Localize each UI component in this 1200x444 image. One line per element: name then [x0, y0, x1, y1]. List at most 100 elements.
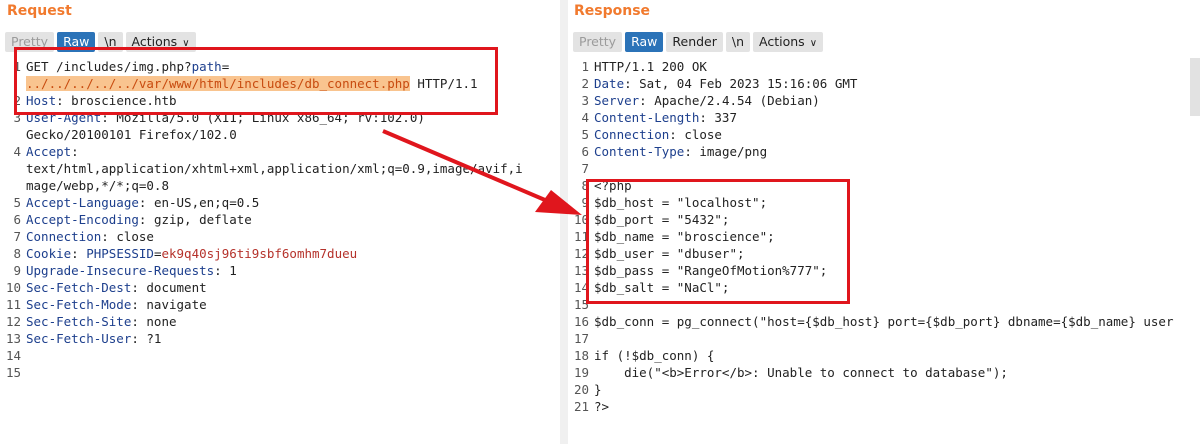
header-name: Content-Length [594, 110, 700, 125]
line-number: 3 [581, 93, 589, 108]
line-number: 17 [573, 331, 589, 346]
line-number: 6 [581, 144, 589, 159]
response-tab-render[interactable]: Render [666, 32, 723, 52]
tab-label: Pretty [579, 34, 617, 49]
response-tab-n[interactable]: \n [725, 32, 751, 52]
header-name: Accept [26, 144, 72, 159]
code-text: die("<b>Error</b>: Unable to connect to … [594, 365, 1008, 380]
code-text: : document [131, 280, 207, 295]
code-text: Gecko/20100101 Firefox/102.0 [26, 127, 237, 142]
header-name: Server [594, 93, 640, 108]
line-number: 5 [13, 195, 21, 210]
request-title: Request [7, 3, 72, 19]
code-line: Upgrade-Insecure-Requests: 1 [26, 262, 237, 279]
code-line: Cookie: PHPSESSID=ek9q40sj96ti9sbf6omhm7… [26, 245, 357, 262]
header-name: Content-Type [594, 144, 685, 159]
line-number: 14 [5, 348, 21, 363]
header-name: Sec-Fetch-Mode [26, 297, 132, 312]
line-number: 6 [13, 212, 21, 227]
header-name: Upgrade-Insecure-Requests [26, 263, 215, 278]
header-name: Date [594, 76, 625, 91]
line-number: 4 [13, 144, 21, 159]
code-line: Sec-Fetch-Mode: navigate [26, 296, 207, 313]
response-tab-raw[interactable]: Raw [625, 32, 664, 52]
code-text: if (!$db_conn) { [594, 348, 715, 363]
code-text: : ?1 [131, 331, 162, 346]
response-title: Response [574, 3, 651, 19]
line-number: 13 [5, 331, 21, 346]
code-text: : 1 [214, 263, 237, 278]
code-text: : [71, 144, 79, 159]
line-number: 16 [573, 314, 589, 329]
code-line: Accept: [26, 143, 79, 160]
line-number: 8 [13, 246, 21, 261]
code-line: Server: Apache/2.4.54 (Debian) [594, 92, 820, 109]
code-line: Sec-Fetch-User: ?1 [26, 330, 161, 347]
header-name: Connection [26, 229, 102, 244]
code-text: text/html,application/xhtml+xml,applicat… [26, 161, 523, 176]
tab-label: Raw [631, 34, 658, 49]
line-number: 10 [5, 280, 21, 295]
header-name: Accept-Language [26, 195, 139, 210]
code-line: Connection: close [594, 126, 722, 143]
code-line: ?> [594, 398, 609, 415]
code-text: : [71, 246, 87, 261]
header-name: Accept-Encoding [26, 212, 139, 227]
code-line: Accept-Encoding: gzip, deflate [26, 211, 252, 228]
code-line: if (!$db_conn) { [594, 347, 714, 364]
line-number: 9 [13, 263, 21, 278]
line-number: 1 [581, 59, 589, 74]
response-scrollbar[interactable] [1190, 58, 1200, 116]
code-line: mage/webp,*/*;q=0.8 [26, 177, 169, 194]
code-line: die("<b>Error</b>: Unable to connect to … [594, 364, 1008, 381]
cookie-value: ek9q40sj96ti9sbf6omhm7dueu [161, 246, 358, 261]
code-line: Sec-Fetch-Dest: document [26, 279, 207, 296]
code-text: : Apache/2.4.54 (Debian) [639, 93, 820, 108]
code-text: mage/webp,*/*;q=0.8 [26, 178, 169, 193]
line-number: 2 [581, 76, 589, 91]
code-text: : image/png [684, 144, 768, 159]
code-line: Sec-Fetch-Site: none [26, 313, 177, 330]
code-text: } [594, 382, 602, 397]
code-text: ?> [594, 399, 610, 414]
line-number: 21 [573, 399, 589, 414]
code-text: : Sat, 04 Feb 2023 15:16:06 GMT [624, 76, 858, 91]
tab-label: Actions [759, 34, 805, 49]
line-number: 15 [5, 365, 21, 380]
header-name: Cookie [26, 246, 72, 261]
line-number: 12 [5, 314, 21, 329]
code-line: Content-Type: image/png [594, 143, 767, 160]
code-text: : 337 [699, 110, 737, 125]
code-line: HTTP/1.1 200 OK [594, 58, 707, 75]
request-code[interactable]: GET /includes/img.php?path= ../../../../.… [26, 58, 560, 444]
code-line: Content-Length: 337 [594, 109, 737, 126]
code-line: } [594, 381, 602, 398]
code-text: $db_conn = pg_connect("host={$db_host} p… [594, 314, 1174, 329]
request-highlight-box [14, 47, 498, 115]
code-line: Gecko/20100101 Firefox/102.0 [26, 126, 237, 143]
response-tab-pretty[interactable]: Pretty [573, 32, 623, 52]
code-text: : close [669, 127, 722, 142]
line-number: 18 [573, 348, 589, 363]
request-line-numbers: 1 2 3 4 5 6 7 8 9 10 11 12 13 14 15 [0, 58, 23, 444]
tab-label: Render [672, 34, 717, 49]
header-name: Sec-Fetch-User [26, 331, 132, 346]
line-number: 5 [581, 127, 589, 142]
code-line: Connection: close [26, 228, 154, 245]
code-text: : navigate [131, 297, 207, 312]
header-name: Sec-Fetch-Site [26, 314, 132, 329]
tab-label: \n [731, 34, 745, 49]
request-editor[interactable]: 1 2 3 4 5 6 7 8 9 10 11 12 13 14 15 GET /includes/img.… [0, 58, 560, 444]
chevron-down-icon: ∨ [809, 38, 818, 49]
header-name: Sec-Fetch-Dest [26, 280, 132, 295]
code-line: Accept-Language: en-US,en;q=0.5 [26, 194, 259, 211]
header-name: PHPSESSID [86, 246, 154, 261]
code-text: : close [101, 229, 154, 244]
line-number: 11 [5, 297, 21, 312]
code-line: Date: Sat, 04 Feb 2023 15:16:06 GMT [594, 75, 857, 92]
response-tab-actions[interactable]: Actions ∨ [753, 32, 824, 52]
line-number: 7 [13, 229, 21, 244]
code-line: text/html,application/xhtml+xml,applicat… [26, 160, 523, 177]
line-number: 7 [581, 161, 589, 176]
code-line: $db_conn = pg_connect("host={$db_host} p… [594, 313, 1173, 330]
